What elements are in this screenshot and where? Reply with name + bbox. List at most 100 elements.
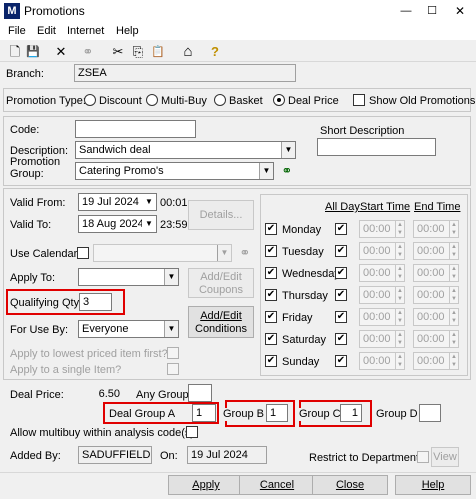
apply-button[interactable]: Apply [168, 475, 244, 495]
view-button[interactable]: View [431, 447, 459, 467]
copy-icon[interactable]: ⎘ [130, 44, 146, 60]
end-time-monday[interactable]: 00:00 ▲ ▼ [413, 220, 459, 238]
new-icon[interactable]: 🗋 [7, 44, 23, 60]
details-button[interactable]: Details... [188, 200, 254, 230]
all-day-checkbox-wednesday[interactable]: ✔ [335, 267, 347, 279]
for-use-by-select[interactable]: Everyone ▼ [78, 320, 179, 338]
add-edit-coupons-button[interactable]: Add/Edit Coupons [188, 268, 254, 298]
end-time-thursday[interactable]: 00:00 ▲ ▼ [413, 286, 459, 304]
group-d-input[interactable] [419, 404, 441, 422]
end-time-spinner-icon-tuesday[interactable]: ▲ ▼ [449, 243, 458, 259]
valid-from-date[interactable]: 19 Jul 2024 ▼ [78, 193, 157, 211]
code-input[interactable] [75, 120, 196, 138]
start-time-friday[interactable]: 00:00 ▲ ▼ [359, 308, 405, 326]
start-time-spinner-icon-thursday[interactable]: ▲ ▼ [395, 287, 404, 303]
deal-price-input[interactable]: 6.50 [78, 385, 124, 403]
any-group-input[interactable] [188, 384, 212, 402]
all-day-checkbox-monday[interactable]: ✔ [335, 223, 347, 235]
show-old-promotions-checkbox[interactable] [353, 94, 365, 106]
day-enabled-checkbox-monday[interactable]: ✔ [265, 223, 277, 235]
group-c-input[interactable]: 1 [340, 404, 362, 422]
apply-to-select[interactable]: ▼ [78, 268, 179, 286]
add-edit-conditions-button[interactable]: Add/Edit Conditions [188, 306, 254, 338]
start-time-spinner-icon-saturday[interactable]: ▲ ▼ [395, 331, 404, 347]
end-time-spinner-icon-sunday[interactable]: ▲ ▼ [449, 353, 458, 369]
end-time-friday[interactable]: 00:00 ▲ ▼ [413, 308, 459, 326]
apply-lowest-checkbox[interactable] [167, 347, 179, 359]
calendar-binoculars-icon[interactable]: ⚭ [236, 244, 254, 262]
start-time-spinner-icon-sunday[interactable]: ▲ ▼ [395, 353, 404, 369]
menu-file[interactable]: File [8, 25, 26, 38]
home-icon[interactable]: ⌂ [180, 44, 196, 60]
start-time-wednesday[interactable]: 00:00 ▲ ▼ [359, 264, 405, 282]
calendar-dropdown-arrow-icon[interactable]: ▼ [217, 245, 231, 261]
group-b-input[interactable]: 1 [266, 404, 288, 422]
delete-icon[interactable]: ✕ [53, 44, 69, 60]
menu-help[interactable]: Help [116, 25, 139, 38]
close-window-button[interactable]: ✕ [448, 2, 472, 20]
find-group-binoculars-icon[interactable]: ⚭ [278, 162, 296, 180]
save-icon[interactable]: 💾 [25, 44, 41, 60]
end-time-spinner-icon-wednesday[interactable]: ▲ ▼ [449, 265, 458, 281]
menu-internet[interactable]: Internet [67, 25, 104, 38]
day-enabled-checkbox-saturday[interactable]: ✔ [265, 333, 277, 345]
end-time-spinner-icon-friday[interactable]: ▲ ▼ [449, 309, 458, 325]
all-day-checkbox-thursday[interactable]: ✔ [335, 289, 347, 301]
calendar-select[interactable]: ▼ [93, 244, 232, 262]
binoculars-icon[interactable]: ⚭ [80, 44, 96, 60]
valid-to-time[interactable]: 23:59 [160, 219, 188, 232]
start-time-spinner-icon-monday[interactable]: ▲ ▼ [395, 221, 404, 237]
short-description-input[interactable] [317, 138, 436, 156]
all-day-checkbox-sunday[interactable]: ✔ [335, 355, 347, 367]
multibuy-checkbox[interactable] [186, 426, 198, 438]
radio-multi-buy[interactable] [146, 94, 158, 106]
valid-to-date[interactable]: 18 Aug 2024 ▼ [78, 215, 157, 233]
start-time-tuesday[interactable]: 00:00 ▲ ▼ [359, 242, 405, 260]
day-enabled-checkbox-thursday[interactable]: ✔ [265, 289, 277, 301]
for-use-by-dropdown-arrow-icon[interactable]: ▼ [164, 321, 178, 337]
radio-basket[interactable] [214, 94, 226, 106]
start-time-spinner-icon-friday[interactable]: ▲ ▼ [395, 309, 404, 325]
start-time-sunday[interactable]: 00:00 ▲ ▼ [359, 352, 405, 370]
close-button[interactable]: Close [312, 475, 388, 495]
cancel-button[interactable]: Cancel [239, 475, 315, 495]
maximize-button[interactable]: ☐ [420, 2, 444, 20]
minimize-button[interactable]: — [394, 2, 418, 20]
promotion-group-dropdown-arrow-icon[interactable]: ▼ [259, 163, 273, 179]
radio-deal-price[interactable] [273, 94, 285, 106]
radio-discount[interactable] [84, 94, 96, 106]
restrict-departments-checkbox[interactable] [417, 451, 429, 463]
valid-to-dropdown-arrow-icon[interactable]: ▼ [142, 216, 156, 232]
promotion-group-select[interactable]: Catering Promo's ▼ [75, 162, 274, 180]
day-enabled-checkbox-sunday[interactable]: ✔ [265, 355, 277, 367]
all-day-checkbox-friday[interactable]: ✔ [335, 311, 347, 323]
menu-edit[interactable]: Edit [37, 25, 56, 38]
deal-group-a-input[interactable]: 1 [192, 404, 216, 422]
start-time-saturday[interactable]: 00:00 ▲ ▼ [359, 330, 405, 348]
help-icon[interactable]: ? [207, 44, 223, 60]
end-time-wednesday[interactable]: 00:00 ▲ ▼ [413, 264, 459, 282]
apply-to-dropdown-arrow-icon[interactable]: ▼ [164, 269, 178, 285]
paste-icon[interactable]: 📋 [150, 44, 166, 60]
day-enabled-checkbox-friday[interactable]: ✔ [265, 311, 277, 323]
all-day-checkbox-tuesday[interactable]: ✔ [335, 245, 347, 257]
start-time-thursday[interactable]: 00:00 ▲ ▼ [359, 286, 405, 304]
end-time-sunday[interactable]: 00:00 ▲ ▼ [413, 352, 459, 370]
start-time-monday[interactable]: 00:00 ▲ ▼ [359, 220, 405, 238]
end-time-tuesday[interactable]: 00:00 ▲ ▼ [413, 242, 459, 260]
start-time-spinner-icon-wednesday[interactable]: ▲ ▼ [395, 265, 404, 281]
all-day-checkbox-saturday[interactable]: ✔ [335, 333, 347, 345]
cut-icon[interactable]: ✂ [110, 44, 126, 60]
valid-from-dropdown-arrow-icon[interactable]: ▼ [142, 194, 156, 210]
day-enabled-checkbox-wednesday[interactable]: ✔ [265, 267, 277, 279]
end-time-spinner-icon-thursday[interactable]: ▲ ▼ [449, 287, 458, 303]
end-time-saturday[interactable]: 00:00 ▲ ▼ [413, 330, 459, 348]
description-dropdown-arrow-icon[interactable]: ▼ [281, 142, 295, 158]
start-time-spinner-icon-tuesday[interactable]: ▲ ▼ [395, 243, 404, 259]
apply-single-checkbox[interactable] [167, 363, 179, 375]
help-button[interactable]: Help [395, 475, 471, 495]
day-enabled-checkbox-tuesday[interactable]: ✔ [265, 245, 277, 257]
end-time-spinner-icon-saturday[interactable]: ▲ ▼ [449, 331, 458, 347]
use-calendar-checkbox[interactable] [77, 247, 89, 259]
valid-from-time[interactable]: 00:01 [160, 197, 188, 210]
